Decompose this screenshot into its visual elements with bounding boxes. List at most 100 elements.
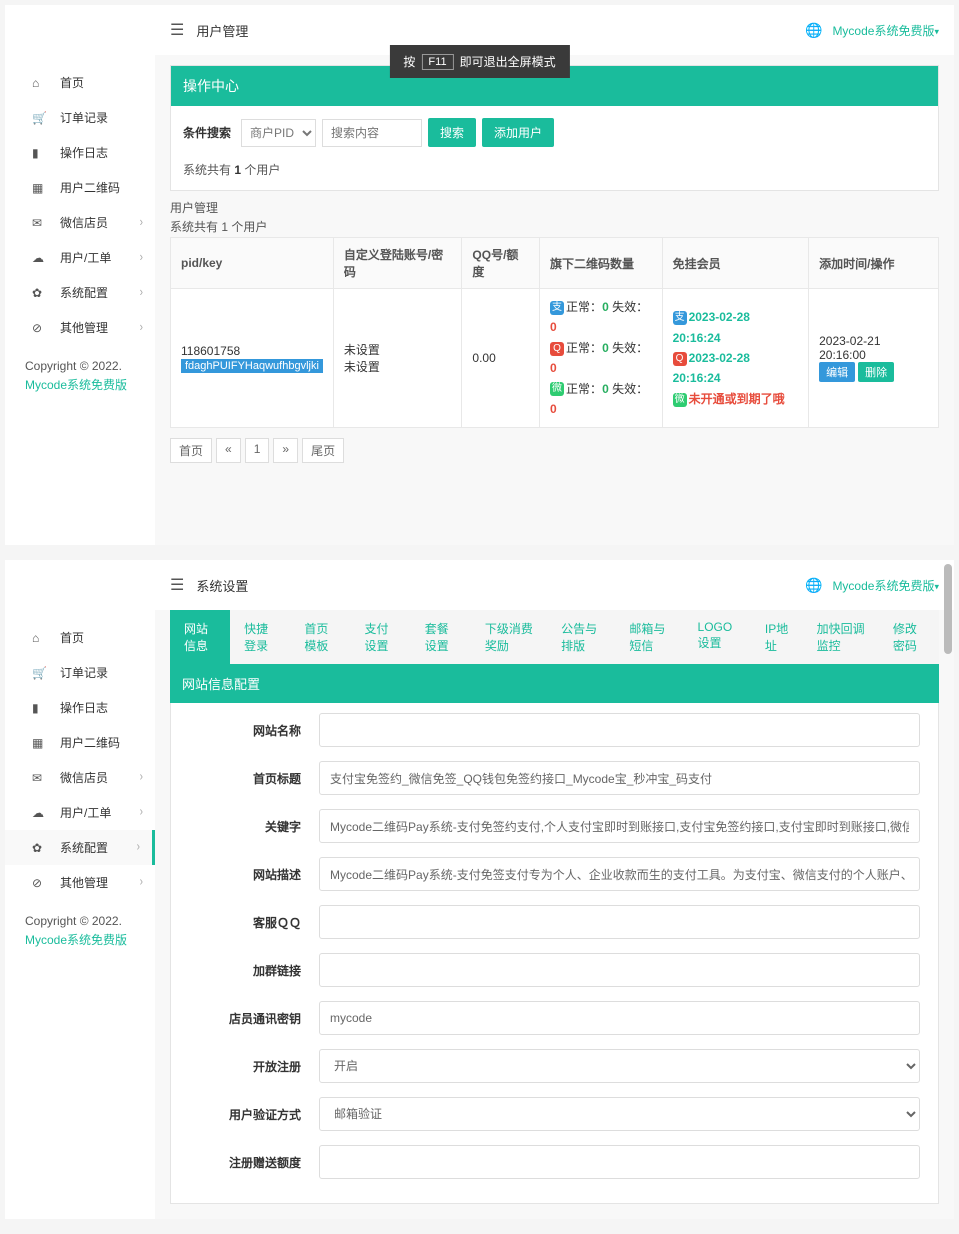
sidebar-item-1[interactable]: 🛒订单记录 <box>5 100 155 135</box>
sidebar-top: ⌂首页🛒订单记录▮操作日志▦用户二维码✉微信店员›☁用户/工单›✿系统配置›⊘其… <box>5 5 155 545</box>
menu-icon: ▦ <box>32 181 46 195</box>
add-time: 2023-02-21 20:16:00 <box>819 334 928 362</box>
field-input-gift[interactable] <box>319 1145 920 1179</box>
field-label: 首页标题 <box>189 770 319 787</box>
sidebar-item-3[interactable]: ▦用户二维码 <box>5 170 155 205</box>
chevron-right-icon: › <box>140 805 143 819</box>
page-last[interactable]: 尾页 <box>302 438 344 463</box>
qq-icon: Q <box>550 342 564 356</box>
menu-label: 用户二维码 <box>60 734 120 751</box>
menu-icon: ▦ <box>32 736 46 750</box>
sidebar-item-2[interactable]: ▮操作日志 <box>5 135 155 170</box>
field-label: 客服ＱＱ <box>189 914 319 931</box>
tab-8[interactable]: LOGO设置 <box>684 610 751 664</box>
page-1[interactable]: 1 <box>245 438 270 463</box>
sidebar-bottom: ⌂首页🛒订单记录▮操作日志▦用户二维码✉微信店员›☁用户/工单›✿系统配置›⊘其… <box>5 560 155 1219</box>
user-table: pid/key 自定义登陆账号/密码 QQ号/额度 旗下二维码数量 免挂会员 添… <box>170 237 939 428</box>
menu-toggle-icon[interactable]: ☰ <box>170 20 184 40</box>
sidebar-item-1[interactable]: 🛒订单记录 <box>5 655 155 690</box>
col-vip: 免挂会员 <box>662 238 809 289</box>
table-count: 系统共有 1 个用户 <box>170 218 939 237</box>
language-icon[interactable]: 🌐 <box>805 22 822 39</box>
menu-toggle-icon[interactable]: ☰ <box>170 575 184 595</box>
scrollbar[interactable] <box>942 560 952 1219</box>
sidebar-item-7[interactable]: ⊘其他管理› <box>5 865 155 900</box>
f11-key: F11 <box>421 54 453 70</box>
menu-label: 系统配置 <box>60 284 108 301</box>
main-top: 按 F11 即可退出全屏模式 ☰ 用户管理 🌐 Mycode系统免费版▾ 操作中… <box>155 5 954 545</box>
tab-3[interactable]: 支付设置 <box>351 610 411 664</box>
tab-5[interactable]: 下级消费奖励 <box>471 610 547 664</box>
sidebar-item-7[interactable]: ⊘其他管理› <box>5 310 155 345</box>
chevron-right-icon: › <box>140 250 143 264</box>
tab-1[interactable]: 快捷登录 <box>230 610 290 664</box>
field-input-group[interactable] <box>319 953 920 987</box>
sidebar-item-6[interactable]: ✿系统配置› <box>5 275 155 310</box>
tab-9[interactable]: IP地址 <box>751 610 803 664</box>
field-label: 用户验证方式 <box>189 1106 319 1123</box>
sidebar-item-4[interactable]: ✉微信店员› <box>5 760 155 795</box>
tab-7[interactable]: 邮箱与短信 <box>615 610 683 664</box>
sidebar-item-0[interactable]: ⌂首页 <box>5 65 155 100</box>
col-qq: QQ号/额度 <box>462 238 540 289</box>
menu-label: 操作日志 <box>60 699 108 716</box>
menu-label: 订单记录 <box>60 109 108 126</box>
menu-label: 用户/工单 <box>60 249 111 266</box>
sidebar-item-2[interactable]: ▮ 操作日志 <box>5 690 155 725</box>
delete-button[interactable]: 删除 <box>858 362 894 382</box>
language-icon[interactable]: 🌐 <box>805 577 822 594</box>
menu-label: 用户/工单 <box>60 804 111 821</box>
tab-6[interactable]: 公告与排版 <box>547 610 615 664</box>
field-input-site_name[interactable] <box>319 713 920 747</box>
field-input-verify[interactable]: 邮箱验证 <box>319 1097 920 1131</box>
menu-icon: ⊘ <box>32 321 46 335</box>
brand-dropdown[interactable]: Mycode系统免费版▾ <box>832 22 939 39</box>
tab-0[interactable]: 网站信息 <box>170 610 230 664</box>
sidebar-item-4[interactable]: ✉微信店员› <box>5 205 155 240</box>
copyright-link[interactable]: Mycode系统免费版 <box>25 933 127 947</box>
search-type-select[interactable]: 商户PID <box>241 119 316 147</box>
brand-dropdown[interactable]: Mycode系统免费版▾ <box>832 577 939 594</box>
table-row: 118601758 fdaghPUIFYHaqwufhbgvljki 未设置 未… <box>171 289 939 428</box>
search-button[interactable]: 搜索 <box>428 118 476 147</box>
pagination: 首页 « 1 » 尾页 <box>170 428 939 473</box>
menu-label: 系统配置 <box>60 839 108 856</box>
search-input[interactable] <box>322 119 422 147</box>
field-label: 关键字 <box>189 818 319 835</box>
add-user-button[interactable]: 添加用户 <box>482 118 554 147</box>
menu-label: 其他管理 <box>60 319 108 336</box>
table-title: 用户管理 <box>170 191 939 218</box>
field-input-desc[interactable] <box>319 857 920 891</box>
menu-label: 微信店员 <box>60 769 108 786</box>
field-input-home_title[interactable] <box>319 761 920 795</box>
field-input-qq[interactable] <box>319 905 920 939</box>
sidebar-item-5[interactable]: ☁用户/工单› <box>5 795 155 830</box>
tab-4[interactable]: 套餐设置 <box>411 610 471 664</box>
field-label: 开放注册 <box>189 1058 319 1075</box>
menu-icon: ▮ <box>32 701 46 715</box>
page-prev[interactable]: « <box>216 438 241 463</box>
menu-label: 其他管理 <box>60 874 108 891</box>
sidebar-item-3[interactable]: ▦ 用户二维码 <box>5 725 155 760</box>
page-first[interactable]: 首页 <box>170 438 212 463</box>
field-row-secret: 店员通讯密钥 <box>189 1001 920 1035</box>
tab-2[interactable]: 首页模板 <box>290 610 350 664</box>
settings-tabs: 网站信息快捷登录首页模板支付设置套餐设置下级消费奖励公告与排版邮箱与短信LOGO… <box>170 610 939 664</box>
field-row-open_reg: 开放注册开启 <box>189 1049 920 1083</box>
sidebar-item-5[interactable]: ☁用户/工单› <box>5 240 155 275</box>
menu-label: 首页 <box>60 74 84 91</box>
page-next[interactable]: » <box>273 438 298 463</box>
field-input-keywords[interactable] <box>319 809 920 843</box>
tab-10[interactable]: 加快回调监控 <box>803 610 879 664</box>
tab-11[interactable]: 修改密码 <box>879 610 939 664</box>
copyright-link[interactable]: Mycode系统免费版 <box>25 378 127 392</box>
sidebar-item-6[interactable]: ✿系统配置› <box>5 830 155 865</box>
alipay-icon: 支 <box>550 301 564 315</box>
field-input-open_reg[interactable]: 开启 <box>319 1049 920 1083</box>
page-title: 用户管理 <box>196 21 248 40</box>
field-label: 加群链接 <box>189 962 319 979</box>
menu-icon: ✿ <box>32 286 46 300</box>
sidebar-item-0[interactable]: ⌂首页 <box>5 620 155 655</box>
edit-button[interactable]: 编辑 <box>819 362 855 382</box>
field-input-secret[interactable] <box>319 1001 920 1035</box>
